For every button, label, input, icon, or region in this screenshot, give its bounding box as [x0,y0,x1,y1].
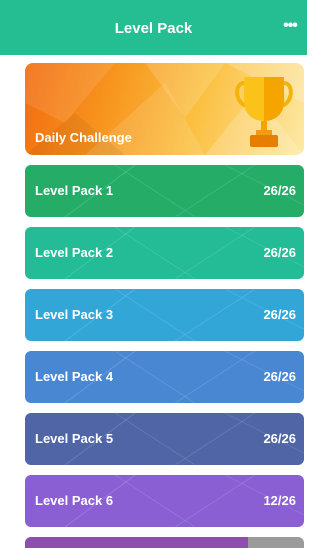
level-pack-3[interactable]: Level Pack 3 26/26 [25,289,304,341]
level-pack-list: Daily Challenge Level Pack 1 26/26 Level P… [25,63,304,548]
level-pack-progress: 26/26 [263,245,296,260]
page-title: Level Pack [114,20,193,37]
daily-challenge-label: Daily Challenge [35,130,132,145]
level-pack-name: Level Pack 1 [35,183,114,198]
level-pack-7-partial[interactable] [25,537,304,548]
level-pack-name: Level Pack 6 [35,493,114,508]
partial-pack-progress [25,537,249,548]
level-pack-4[interactable]: Level Pack 4 26/26 [25,351,304,403]
level-pack-name: Level Pack 4 [35,369,114,384]
level-pack-progress: 26/26 [263,431,296,446]
level-pack-2[interactable]: Level Pack 2 26/26 [25,227,304,279]
level-pack-1[interactable]: Level Pack 1 26/26 [25,165,304,217]
level-pack-name: Level Pack 5 [35,431,114,446]
level-pack-5[interactable]: Level Pack 5 26/26 [25,413,304,465]
level-pack-progress: 26/26 [263,307,296,322]
level-pack-progress: 12/26 [263,493,296,508]
trophy-icon [235,77,293,147]
app-screen: Level Pack ••• Daily Challenge Level Pac… [0,0,307,548]
level-pack-name: Level Pack 2 [35,245,114,260]
level-pack-progress: 26/26 [263,369,296,384]
level-pack-6[interactable]: Level Pack 6 12/26 [25,475,304,527]
packs-container: Level Pack 1 26/26 Level Pack 2 26/26 Level … [25,165,304,527]
daily-challenge-card[interactable]: Daily Challenge [25,63,304,155]
ellipsis-icon[interactable]: ••• [279,15,301,37]
level-pack-name: Level Pack 3 [35,307,114,322]
level-pack-progress: 26/26 [263,183,296,198]
header-bar: Level Pack ••• [0,0,307,55]
